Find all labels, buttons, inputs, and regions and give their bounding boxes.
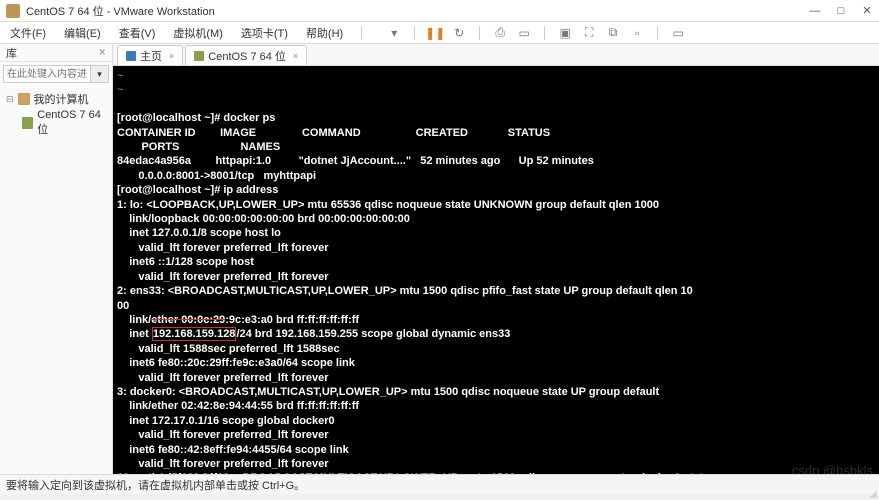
tab-home[interactable]: 主页 × bbox=[117, 45, 183, 65]
tab-close-icon[interactable]: × bbox=[169, 51, 174, 61]
library-tree: ⊟ 我的计算机 CentOS 7 64 位 bbox=[0, 86, 112, 142]
terminal-line: valid_lft forever preferred_lft forever bbox=[117, 271, 329, 283]
close-button[interactable]: ✕ bbox=[861, 5, 873, 17]
fullscreen-icon[interactable]: ⛶ bbox=[581, 25, 597, 41]
snapshot-icon[interactable]: ⎙ bbox=[492, 25, 508, 41]
terminal-line: link/loopback 00:00:00:00:00:00 brd 00:0… bbox=[117, 213, 410, 225]
main-area: 主页 × CentOS 7 64 位 × ~ ~ [root@localhost… bbox=[113, 44, 879, 474]
terminal-line: PORTS NAMES bbox=[117, 141, 280, 153]
maximize-button[interactable]: □ bbox=[835, 5, 847, 17]
toolbar: ▾ ❚❚ ↻ ⎙ ▭ ▣ ⛶ ⧉ ▫ ▭ bbox=[386, 25, 686, 41]
app-icon bbox=[6, 4, 20, 18]
terminal-line: ~ bbox=[117, 70, 123, 82]
search-input[interactable] bbox=[3, 65, 91, 83]
power-dropdown-icon[interactable]: ▾ bbox=[386, 25, 402, 41]
search-dropdown-icon[interactable]: ▾ bbox=[91, 65, 109, 83]
toolbar-divider bbox=[657, 26, 658, 40]
window-titlebar: CentOS 7 64 位 - VMware Workstation — □ ✕ bbox=[0, 0, 879, 22]
terminal-line: inet 172.17.0.1/16 scope global docker0 bbox=[117, 415, 335, 427]
fit-icon[interactable]: ⧉ bbox=[605, 25, 621, 41]
terminal-line: 19: veth1d7f189@if18: <BROADCAST,MULTICA… bbox=[117, 472, 709, 474]
unity-icon[interactable]: ▣ bbox=[557, 25, 573, 41]
tab-vm-label: CentOS 7 64 位 bbox=[208, 48, 286, 64]
terminal-strike: ether 00:0c:29 bbox=[151, 314, 225, 326]
tree-item-centos[interactable]: CentOS 7 64 位 bbox=[2, 108, 110, 138]
terminal-line: link/ether 02:42:8e:94:44:55 brd ff:ff:f… bbox=[117, 400, 359, 412]
tab-vm-centos[interactable]: CentOS 7 64 位 × bbox=[185, 45, 307, 65]
menu-view[interactable]: 查看(V) bbox=[115, 23, 160, 43]
terminal-line: [root@localhost ~]# docker ps bbox=[117, 112, 275, 124]
minimize-button[interactable]: — bbox=[809, 5, 821, 17]
terminal-line-part: /24 brd 192.168.159.255 scope global dyn… bbox=[236, 328, 510, 340]
vm-icon bbox=[22, 117, 33, 129]
terminal-line: 3: docker0: <BROADCAST,MULTICAST,UP,LOWE… bbox=[117, 386, 659, 398]
sidebar-close-icon[interactable]: ✕ bbox=[98, 47, 106, 58]
terminal-line: 84edac4a956a httpapi:1.0 "dotnet JjAccou… bbox=[117, 155, 594, 167]
terminal-line: inet 127.0.0.1/8 scope host lo bbox=[117, 227, 281, 239]
terminal-line: 1: lo: <LOOPBACK,UP,LOWER_UP> mtu 65536 … bbox=[117, 199, 659, 211]
menu-file[interactable]: 文件(F) bbox=[6, 23, 50, 43]
sidebar-header: 库 ✕ bbox=[0, 44, 112, 62]
tree-root-my-computer[interactable]: ⊟ 我的计算机 bbox=[2, 90, 110, 108]
toolbar-divider bbox=[479, 26, 480, 40]
window-title: CentOS 7 64 位 - VMware Workstation bbox=[26, 3, 809, 19]
tree-item-label: CentOS 7 64 位 bbox=[37, 109, 110, 137]
library-icon[interactable]: ▭ bbox=[670, 25, 686, 41]
tree-root-label: 我的计算机 bbox=[34, 91, 89, 107]
terminal-line: valid_lft forever preferred_lft forever bbox=[117, 458, 329, 470]
library-sidebar: 库 ✕ ▾ ⊟ 我的计算机 CentOS 7 64 位 bbox=[0, 44, 113, 474]
terminal-line: CONTAINER ID IMAGE COMMAND CREATED STATU… bbox=[117, 127, 550, 139]
library-search: ▾ bbox=[3, 65, 109, 83]
terminal-line: 0.0.0.0:8001->8001/tcp myhttpapi bbox=[117, 170, 316, 182]
terminal-line: inet6 ::1/128 scope host bbox=[117, 256, 254, 268]
terminal-line: valid_lft forever preferred_lft forever bbox=[117, 372, 329, 384]
menu-help[interactable]: 帮助(H) bbox=[302, 23, 347, 43]
toolbar-divider bbox=[544, 26, 545, 40]
terminal-line: inet6 fe80::20c:29ff:fe9c:e3a0/64 scope … bbox=[117, 357, 355, 369]
menu-edit[interactable]: 编辑(E) bbox=[60, 23, 105, 43]
home-icon bbox=[126, 51, 136, 61]
terminal-line: [root@localhost ~]# ip address bbox=[117, 184, 278, 196]
highlighted-ip-address: 192.168.159.128 bbox=[152, 327, 237, 341]
status-bar: 要将输入定向到该虚拟机，请在虚拟机内部单击或按 Ctrl+G。 bbox=[0, 474, 879, 494]
pause-icon[interactable]: ❚❚ bbox=[427, 25, 443, 41]
terminal-line: 00 bbox=[117, 300, 129, 312]
stretch-icon[interactable]: ▫ bbox=[629, 25, 645, 41]
menu-tabs[interactable]: 选项卡(T) bbox=[237, 23, 292, 43]
vm-console-terminal[interactable]: ~ ~ [root@localhost ~]# docker ps CONTAI… bbox=[113, 66, 879, 474]
window-controls: — □ ✕ bbox=[809, 5, 873, 17]
menu-bar: 文件(F) 编辑(E) 查看(V) 虚拟机(M) 选项卡(T) 帮助(H) ▾ … bbox=[0, 22, 879, 44]
terminal-line: valid_lft 1588sec preferred_lft 1588sec bbox=[117, 343, 340, 355]
toolbar-divider bbox=[414, 26, 415, 40]
computer-icon bbox=[18, 93, 30, 105]
tab-home-label: 主页 bbox=[140, 48, 162, 64]
tab-bar: 主页 × CentOS 7 64 位 × bbox=[113, 44, 879, 66]
tree-expander-icon[interactable]: ⊟ bbox=[6, 94, 14, 105]
toolbar-divider bbox=[361, 26, 362, 40]
terminal-line: valid_lft forever preferred_lft forever bbox=[117, 242, 329, 254]
terminal-line: valid_lft forever preferred_lft forever bbox=[117, 429, 329, 441]
menu-vm[interactable]: 虚拟机(M) bbox=[169, 23, 227, 43]
workspace: 库 ✕ ▾ ⊟ 我的计算机 CentOS 7 64 位 主页 × bbox=[0, 44, 879, 474]
cycle-icon[interactable]: ↻ bbox=[451, 25, 467, 41]
terminal-line: inet6 fe80::42:8eff:fe94:4455/64 scope l… bbox=[117, 444, 349, 456]
resize-grip-icon[interactable] bbox=[869, 490, 877, 498]
terminal-line-part: link/ bbox=[117, 314, 151, 326]
vm-tab-icon bbox=[194, 51, 204, 61]
tab-close-icon[interactable]: × bbox=[293, 51, 298, 61]
sidebar-title: 库 bbox=[6, 45, 17, 61]
terminal-line: ~ bbox=[117, 84, 123, 96]
screenshot-icon[interactable]: ▭ bbox=[516, 25, 532, 41]
terminal-line-part: inet bbox=[117, 328, 152, 340]
status-text: 要将输入定向到该虚拟机，请在虚拟机内部单击或按 Ctrl+G。 bbox=[6, 477, 305, 493]
terminal-line-part: :9c:e3:a0 brd ff:ff:ff:ff:ff:ff bbox=[225, 314, 359, 326]
terminal-line: 2: ens33: <BROADCAST,MULTICAST,UP,LOWER_… bbox=[117, 285, 693, 297]
